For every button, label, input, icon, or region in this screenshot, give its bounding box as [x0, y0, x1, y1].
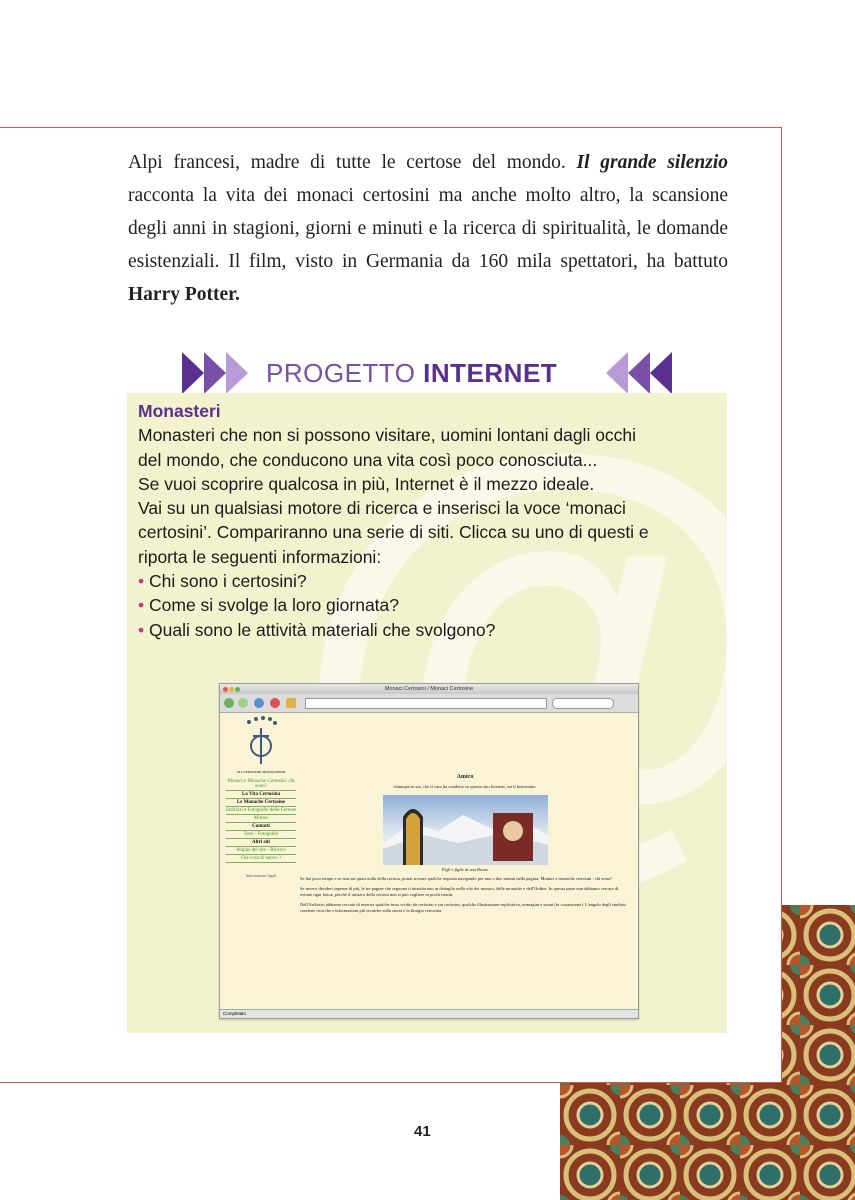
internet-project-panel: @ Monasteri Monasteri che non si possono… — [127, 393, 727, 1033]
browser-titlebar: Monaci Certosini / Monaci Certosine — [220, 684, 638, 694]
browser-toolbar — [220, 694, 638, 713]
film-title: Il grande silenzio — [576, 152, 728, 173]
bullet-icon: • — [138, 595, 145, 616]
back-icon — [224, 698, 234, 708]
bullet-item: • Chi sono i certosini? — [138, 571, 307, 592]
bullet-item: • Come si svolge la loro giornata? — [138, 595, 400, 616]
section-title: PROGETTO INTERNET — [266, 358, 558, 388]
home-icon — [286, 698, 296, 708]
minimize-icon — [229, 687, 234, 692]
sidebar-item: Altri siti — [226, 839, 296, 847]
section-header: PROGETTO INTERNET — [180, 350, 680, 396]
harry-potter-text: Harry Potter. — [128, 284, 240, 305]
site-sidebar: GLI CERTOSINI MONASTERIO Monaci e Monach… — [226, 716, 296, 878]
panel-line: Se vuoi scoprire qualcosa in più, Intern… — [138, 473, 595, 494]
welcome-text: chiunque tu sia, che il caso ha condotto… — [393, 784, 537, 789]
panel-line: Vai su un qualsiasi motore di ricerca e … — [138, 498, 626, 519]
bullet-icon: • — [138, 619, 145, 640]
browser-statusbar: Completato — [220, 1009, 638, 1018]
logo-cross-icon — [247, 716, 277, 764]
sidebar-item: Mimos — [226, 815, 296, 823]
panel-heading: Monasteri — [138, 401, 221, 421]
close-icon — [223, 687, 228, 692]
zoom-icon — [235, 687, 240, 692]
sidebar-item: Mappa del sito - Ricerca — [226, 847, 296, 855]
bullet-item: • Quali sono le attività materiali che s… — [138, 619, 496, 640]
sidebar-item: Monaci e Monache Certosini: chi sono? — [226, 779, 296, 791]
window-title: Monaci Certosini / Monaci Certosine — [384, 686, 474, 692]
content-paragraph: Se invece desideri saperne di più, le tr… — [300, 886, 619, 897]
content-paragraph: Nell'Archivio abbiamo cercato di inserir… — [300, 902, 627, 913]
photo-caption: Figli e figlie di san Bruno — [441, 867, 489, 872]
sidebar-item: Le Monache Certosine — [226, 799, 296, 807]
panel-line: Monasteri che non si possono visitare, u… — [138, 425, 637, 446]
sidebar-item: Contatti — [226, 823, 296, 831]
content-paragraph: Se hai poco tempo e se non sai quasi nul… — [300, 876, 613, 881]
page-number: 41 — [414, 1123, 431, 1140]
sidebar-item: La Vita Certosina — [226, 791, 296, 799]
bullet-icon: • — [138, 571, 145, 592]
panel-line: certosini’. Compariranno una serie di si… — [138, 522, 649, 543]
reload-icon — [254, 698, 264, 708]
panel-line: del mondo, che conducono una vita così p… — [138, 449, 598, 470]
monks-photo — [382, 795, 548, 865]
sidebar-item: Testi - Fotografie — [226, 831, 296, 839]
panel-line: riporta le seguenti informazioni: — [138, 546, 382, 567]
content-heading: Amico — [456, 774, 474, 780]
stop-icon — [270, 698, 280, 708]
search-field — [552, 698, 614, 709]
address-bar — [305, 698, 547, 709]
intro-paragraph: Alpi francesi, madre di tutte le certose… — [128, 152, 728, 305]
panel-text: Monasteri Monasteri che non si possono v… — [138, 399, 718, 642]
logo-caption: GLI CERTOSINI MONASTERIO — [236, 770, 286, 774]
browser-screenshot: Monaci Certosini / Monaci Certosine GLI … — [219, 683, 639, 1019]
sidebar-item: Che cosa di nuovo ? — [226, 855, 296, 863]
forward-icon — [238, 698, 248, 708]
sidebar-item: Indirizzi e Fotografie delle Certose — [226, 808, 296, 815]
site-content: Amico chiunque tu sia, che il caso ha co… — [300, 774, 630, 914]
legal-link: Informazioni legali — [245, 873, 277, 878]
